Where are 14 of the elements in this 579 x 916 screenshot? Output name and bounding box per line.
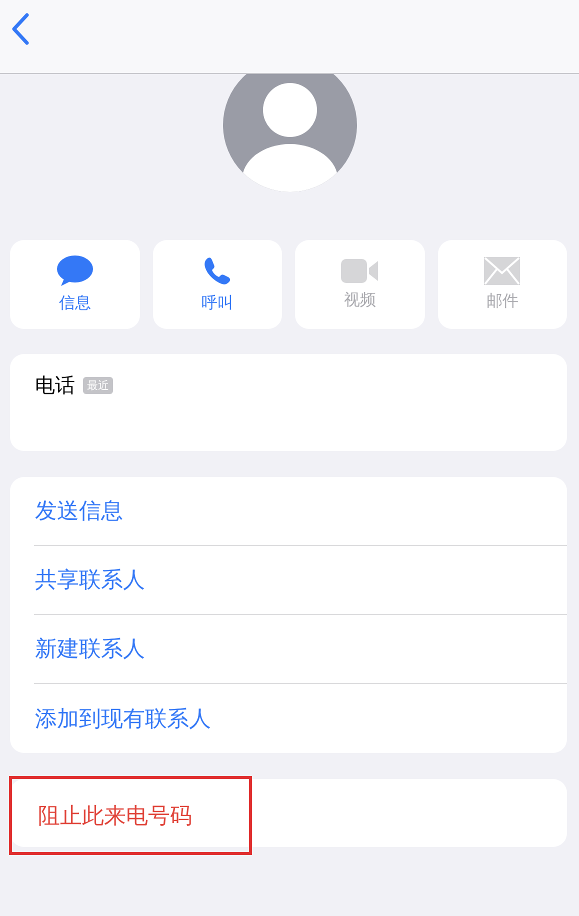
block-number-button[interactable]: 阻止此来电号码 — [9, 776, 252, 855]
video-camera-icon — [340, 258, 379, 284]
speech-bubble-icon — [56, 255, 94, 287]
back-chevron-icon — [10, 12, 30, 46]
phone-label: 电话 — [35, 372, 75, 399]
recent-badge: 最近 — [83, 377, 113, 394]
menu-item[interactable]: 发送信息 — [34, 477, 567, 546]
envelope-icon — [484, 257, 520, 285]
message-action-button[interactable]: 信息 — [10, 240, 140, 329]
menu-item[interactable]: 添加到现有联系人 — [34, 684, 567, 753]
back-button[interactable] — [10, 12, 30, 46]
menu-item[interactable]: 新建联系人 — [34, 615, 567, 684]
call-action-button[interactable]: 呼叫 — [152, 240, 282, 329]
menu-item[interactable]: 共享联系人 — [34, 546, 567, 615]
